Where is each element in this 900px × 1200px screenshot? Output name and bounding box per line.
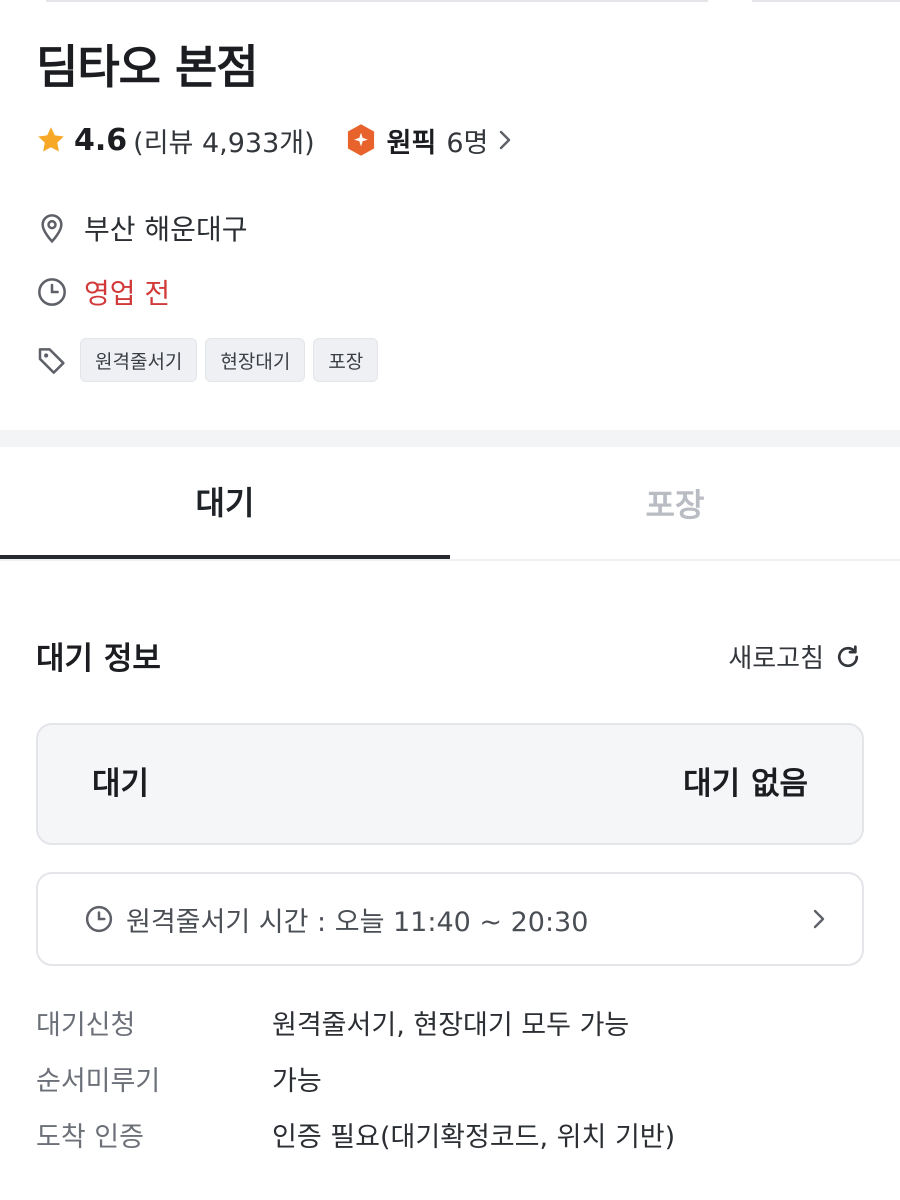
tab-bar: 대기 포장 <box>0 447 900 561</box>
clock-icon <box>85 905 113 933</box>
review-count[interactable]: (리뷰 4,933개) <box>133 121 314 160</box>
tag-icon <box>38 348 65 374</box>
star-icon <box>38 127 64 152</box>
detail-key: 순서미루기 <box>36 1065 161 1097</box>
remote-queue-time-card[interactable]: 원격줄서기 시간 : 오늘 11:40 ~ 20:30 <box>36 872 864 966</box>
hours-row[interactable]: 영업 전 <box>36 272 170 312</box>
store-name: 딤타오 본점 <box>36 40 259 94</box>
refresh-label: 새로고침 <box>728 644 824 674</box>
rating-value: 4.6 <box>74 122 128 158</box>
detail-row: 도착 인증 인증 필요(대기확정코드, 위치 기반) <box>36 1114 675 1154</box>
detail-value: 가능 <box>272 1065 322 1097</box>
detail-key: 대기신청 <box>36 1009 136 1041</box>
section-divider <box>0 430 900 447</box>
tags-row: 원격줄서기 현장대기 포장 <box>36 338 386 382</box>
detail-value: 원격줄서기, 현장대기 모두 가능 <box>272 1009 630 1041</box>
chevron-right-icon[interactable] <box>498 129 512 151</box>
pick-label[interactable]: 원픽 <box>387 121 437 160</box>
pick-count[interactable]: 6명 <box>446 121 488 160</box>
refresh-button[interactable]: 새로고침 <box>728 638 862 675</box>
location-pin-icon <box>41 214 63 244</box>
wait-value: 대기 없음 <box>683 766 808 802</box>
top-divider <box>46 0 708 2</box>
detail-row: 순서미루기 가능 <box>36 1058 322 1098</box>
clock-icon <box>38 278 66 306</box>
remote-queue-time: 원격줄서기 시간 : 오늘 11:40 ~ 20:30 <box>126 906 589 938</box>
wait-status-card: 대기 대기 없음 <box>36 723 864 845</box>
address-row: 부산 해운대구 <box>36 208 247 248</box>
tag-onsite-wait: 현장대기 <box>205 338 306 382</box>
tag-takeout: 포장 <box>313 338 379 382</box>
tab-wait[interactable]: 대기 <box>0 447 450 559</box>
wait-info-title: 대기 정보 <box>36 641 161 677</box>
chevron-right-icon <box>813 909 825 929</box>
top-divider-right <box>752 0 900 2</box>
wait-label: 대기 <box>92 766 150 802</box>
pick-badge-icon <box>347 124 374 156</box>
tag-remote-queue: 원격줄서기 <box>80 338 198 382</box>
rating-row: 4.6 (리뷰 4,933개) 원픽 6명 <box>36 118 512 162</box>
detail-value: 인증 필요(대기확정코드, 위치 기반) <box>272 1121 676 1153</box>
business-status: 영업 전 <box>84 277 171 310</box>
store-address: 부산 해운대구 <box>84 213 248 246</box>
detail-key: 도착 인증 <box>36 1121 144 1153</box>
tab-takeout[interactable]: 포장 <box>450 447 900 559</box>
detail-row: 대기신청 원격줄서기, 현장대기 모두 가능 <box>36 1002 629 1042</box>
refresh-icon <box>837 644 859 667</box>
